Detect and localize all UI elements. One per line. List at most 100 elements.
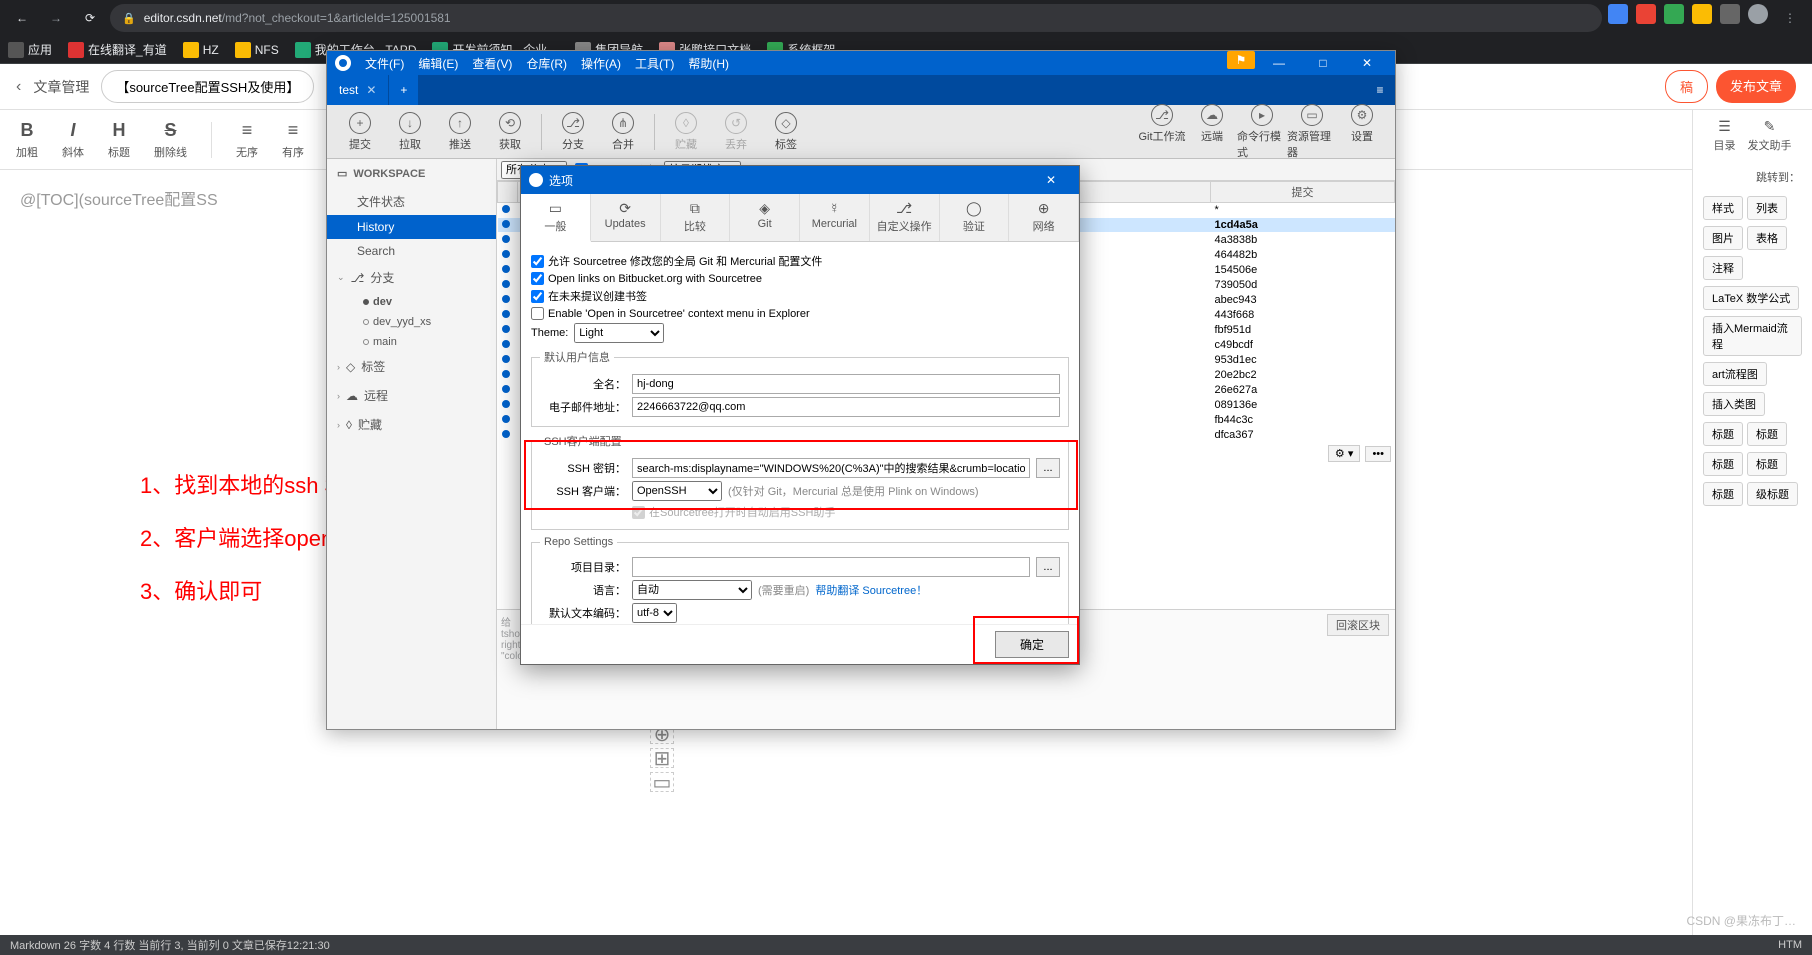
insert-tag[interactable]: LaTeX 数学公式 (1703, 286, 1799, 310)
tab-general[interactable]: ▭一般 (521, 194, 591, 242)
insert-tag[interactable]: 标题 (1703, 482, 1743, 506)
gitflow-button[interactable]: ⎇Git工作流 (1137, 104, 1187, 160)
enc-select[interactable]: utf-8 (632, 603, 677, 623)
insert-tag[interactable]: 标题 (1747, 452, 1787, 476)
new-tab-button[interactable]: + (389, 75, 419, 105)
pull-button[interactable]: ↓拉取 (385, 112, 435, 152)
insert-tag[interactable]: 标题 (1703, 422, 1743, 446)
tags-group[interactable]: › ◇ 标签 (327, 352, 496, 381)
sshkey-input[interactable] (632, 458, 1030, 478)
history-item[interactable]: History (327, 215, 496, 239)
insert-widgets[interactable]: ⊕ ⊞ ▭ (650, 720, 674, 796)
stashes-group[interactable]: › ◊ 贮藏 (327, 410, 496, 439)
tab-auth[interactable]: ◯验证 (940, 194, 1010, 241)
profile-icon[interactable] (1748, 4, 1768, 24)
publish-button[interactable]: 发布文章 (1716, 70, 1796, 103)
menu-repo[interactable]: 仓库(R) (526, 55, 567, 72)
rollback-button[interactable]: 回滚区块 (1327, 614, 1389, 636)
ul-button[interactable]: ≡无序 (236, 120, 258, 160)
ok-button[interactable]: 确定 (995, 631, 1069, 658)
ext-icon[interactable] (1636, 4, 1656, 24)
ext-icon[interactable] (1692, 4, 1712, 24)
push-button[interactable]: ↑推送 (435, 112, 485, 152)
tab-network[interactable]: ⊕网络 (1009, 194, 1079, 241)
tab-updates[interactable]: ⟳Updates (591, 194, 661, 241)
insert-tag[interactable]: 插入类图 (1703, 392, 1765, 416)
bold-button[interactable]: B加粗 (16, 120, 38, 160)
notification-flag-icon[interactable]: ⚑ (1227, 51, 1255, 69)
lang-select[interactable]: 自动 (632, 580, 752, 600)
cb-bitbucket-links[interactable]: Open links on Bitbucket.org with Sourcet… (531, 272, 1069, 285)
bookmark[interactable]: NFS (235, 42, 279, 58)
more-button[interactable]: ••• (1365, 446, 1391, 462)
cb-allow-modify[interactable]: 允许 Sourcetree 修改您的全局 Git 和 Mercurial 配置文… (531, 253, 1069, 269)
insert-tag[interactable]: 列表 (1747, 196, 1787, 220)
branch-dev-yyd[interactable]: dev_yyd_xs (327, 312, 496, 332)
translate-link[interactable]: 帮助翻译 Sourcetree！ (815, 582, 927, 598)
settings-button[interactable]: ⚙设置 (1337, 104, 1387, 160)
nav-reload-icon[interactable]: ⟳ (76, 4, 104, 32)
menu-action[interactable]: 操作(A) (581, 55, 621, 72)
menu-view[interactable]: 查看(V) (472, 55, 512, 72)
save-draft-button[interactable]: 稿 (1665, 70, 1708, 103)
ol-button[interactable]: ≡有序 (282, 120, 304, 160)
bookmark[interactable]: 在线翻译_有道 (68, 41, 167, 58)
header-button[interactable]: H标题 (108, 120, 130, 160)
menu-icon[interactable]: ⋮ (1776, 4, 1804, 32)
branch-main[interactable]: main (327, 332, 496, 352)
branch-dev[interactable]: dev (327, 292, 496, 312)
col-commit[interactable]: 提交 (1210, 182, 1394, 203)
cb-explorer-menu[interactable]: Enable 'Open in Sourcetree' context menu… (531, 307, 1069, 320)
nav-back-icon[interactable]: ← (8, 4, 36, 32)
browse-sshkey-button[interactable]: ... (1036, 458, 1060, 478)
merge-button[interactable]: ⋔合并 (598, 112, 648, 152)
strike-button[interactable]: S删除线 (154, 120, 187, 160)
helper-button[interactable]: ✎发文助手 (1748, 118, 1792, 153)
explorer-button[interactable]: ▭资源管理器 (1287, 104, 1337, 160)
insert-tag[interactable]: 表格 (1747, 226, 1787, 250)
browse-projdir-button[interactable]: ... (1036, 557, 1060, 577)
tab-git[interactable]: ◈Git (730, 194, 800, 241)
article-title-input[interactable]: 【sourceTree配置SSH及使用】 (101, 70, 314, 103)
discard-button[interactable]: ↺丢弃 (711, 112, 761, 152)
close-button[interactable]: ✕ (1347, 51, 1387, 75)
stash-button[interactable]: ◊贮藏 (661, 112, 711, 152)
menu-edit[interactable]: 编辑(E) (418, 55, 458, 72)
tab-compare[interactable]: ⧉比较 (661, 194, 731, 241)
tab-menu-icon[interactable]: ≡ (1365, 75, 1395, 105)
bookmark[interactable]: 应用 (8, 41, 52, 58)
insert-tag[interactable]: 插入Mermaid流程 (1703, 316, 1802, 356)
ext-icon[interactable] (1664, 4, 1684, 24)
insert-tag[interactable]: 标题 (1747, 422, 1787, 446)
tab-mercurial[interactable]: ☿Mercurial (800, 194, 870, 241)
remote-button[interactable]: ☁远端 (1187, 104, 1237, 160)
minimize-button[interactable]: — (1259, 51, 1299, 75)
menu-help[interactable]: 帮助(H) (688, 55, 729, 72)
back-link[interactable]: 文章管理 (33, 77, 89, 97)
repo-tab[interactable]: test✕ (327, 75, 389, 105)
sshclient-select[interactable]: OpenSSH (632, 481, 722, 501)
maximize-button[interactable]: □ (1303, 51, 1343, 75)
ext-icon[interactable] (1608, 4, 1628, 24)
insert-tag[interactable]: 标题 (1703, 452, 1743, 476)
tag-button[interactable]: ◇标签 (761, 112, 811, 152)
file-status-item[interactable]: 文件状态 (327, 188, 496, 215)
menu-file[interactable]: 文件(F) (365, 55, 404, 72)
tab-custom[interactable]: ⎇自定义操作 (870, 194, 940, 241)
commit-button[interactable]: +提交 (335, 112, 385, 152)
email-input[interactable] (632, 397, 1060, 417)
cb-bookmark-suggest[interactable]: 在未来提议创建书签 (531, 288, 1069, 304)
cmd-button[interactable]: ▸命令行模式 (1237, 104, 1287, 160)
ext-icon[interactable] (1720, 4, 1740, 24)
insert-tag[interactable]: 样式 (1703, 196, 1743, 220)
url-bar[interactable]: 🔒 editor.csdn.net/md?not_checkout=1&arti… (110, 4, 1602, 32)
search-item[interactable]: Search (327, 239, 496, 263)
dialog-close-button[interactable]: ✕ (1031, 173, 1071, 187)
insert-tag[interactable]: 图片 (1703, 226, 1743, 250)
theme-select[interactable]: Light (574, 323, 664, 343)
branch-button[interactable]: ⎇分支 (548, 112, 598, 152)
bookmark[interactable]: HZ (183, 42, 219, 58)
toc-button[interactable]: ☰目录 (1714, 118, 1736, 153)
back-chevron-icon[interactable]: ‹ (16, 78, 21, 96)
insert-tag[interactable]: 注释 (1703, 256, 1743, 280)
